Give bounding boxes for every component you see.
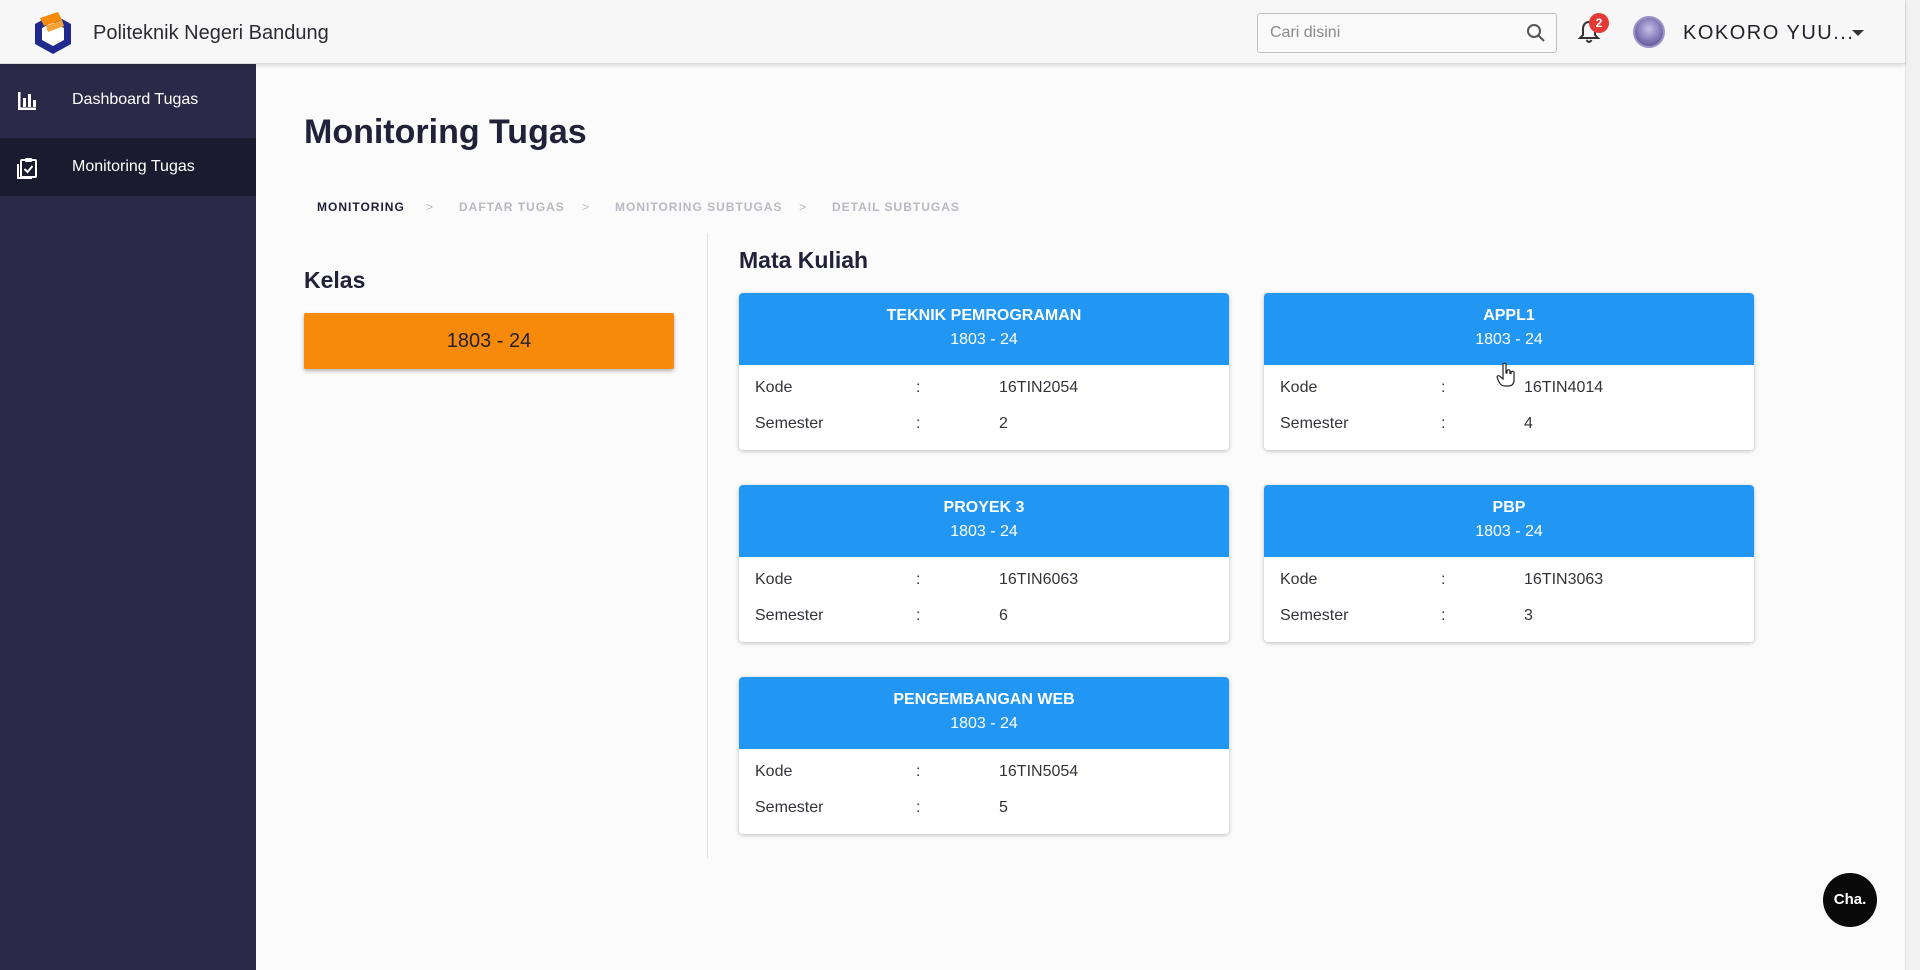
card-header: TEKNIK PEMROGRAMAN 1803 - 24 [739, 293, 1229, 365]
hand-cursor-icon [1496, 362, 1515, 387]
colon: : [916, 799, 921, 816]
kode-value: 16TIN4014 [1524, 379, 1604, 396]
clipboard-check-icon [17, 158, 37, 179]
sidebar-item-monitoring-tugas[interactable]: Monitoring Tugas [0, 138, 256, 196]
colon: : [1441, 415, 1446, 432]
breadcrumb-monitoring-subtugas[interactable]: MONITORING SUBTUGAS [615, 200, 782, 214]
section-divider [707, 233, 708, 858]
semester-label: Semester [755, 607, 824, 624]
kode-value: 16TIN6063 [999, 571, 1079, 588]
card-header: PBP 1803 - 24 [1264, 485, 1754, 557]
search-box[interactable] [1257, 13, 1557, 53]
colon: : [916, 415, 921, 432]
course-card-pengembangan-web[interactable]: PENGEMBANGAN WEB 1803 - 24 Kode : 16TIN5… [739, 677, 1229, 834]
avatar[interactable] [1633, 16, 1665, 48]
semester-value: 4 [1524, 415, 1533, 432]
sidebar-item-dashboard-tugas[interactable]: Dashboard Tugas [0, 71, 256, 129]
breadcrumb-separator: > [426, 200, 435, 214]
course-kelas: 1803 - 24 [950, 715, 1018, 732]
mata-kuliah-heading: Mata Kuliah [739, 247, 869, 273]
kode-value: 16TIN3063 [1524, 571, 1604, 588]
sidebar-item-label: Monitoring Tugas [72, 158, 195, 175]
semester-value: 5 [999, 799, 1008, 816]
colon: : [916, 607, 921, 624]
semester-value: 6 [999, 607, 1008, 624]
kelas-heading: Kelas [304, 267, 366, 293]
colon: : [916, 379, 921, 396]
kelas-button[interactable]: 1803 - 24 [304, 313, 674, 369]
chevron-down-icon[interactable] [1852, 30, 1864, 36]
semester-label: Semester [1280, 607, 1349, 624]
polban-logo-icon[interactable] [32, 12, 74, 56]
course-name: TEKNIK PEMROGRAMAN [886, 307, 1082, 324]
semester-label: Semester [1280, 415, 1349, 432]
kode-label: Kode [755, 571, 793, 588]
top-bar: Politeknik Negeri Bandung 2 KOKORO YUU..… [0, 0, 1905, 64]
user-name[interactable]: KOKORO YUU... [1683, 22, 1854, 45]
course-kelas: 1803 - 24 [950, 331, 1018, 348]
semester-value: 3 [1524, 607, 1533, 624]
colon: : [916, 763, 921, 780]
bar-chart-icon [18, 92, 36, 110]
sidebar: Dashboard Tugas Monitoring Tugas [0, 64, 256, 970]
card-header: APPL1 1803 - 24 [1264, 293, 1754, 365]
semester-label: Semester [755, 799, 824, 816]
page-scrollbar[interactable] [1905, 0, 1920, 970]
page-title: Monitoring Tugas [304, 113, 587, 151]
colon: : [1441, 379, 1446, 396]
kode-value: 16TIN5054 [999, 763, 1079, 780]
kode-label: Kode [1280, 379, 1318, 396]
search-icon[interactable] [1526, 23, 1546, 43]
course-kelas: 1803 - 24 [1475, 523, 1543, 540]
breadcrumb-monitoring[interactable]: MONITORING [317, 200, 405, 214]
colon: : [916, 571, 921, 588]
course-name: PROYEK 3 [943, 499, 1025, 516]
kode-label: Kode [755, 763, 793, 780]
course-card-teknik-pemrograman[interactable]: TEKNIK PEMROGRAMAN 1803 - 24 Kode : 16TI… [739, 293, 1229, 450]
card-header: PROYEK 3 1803 - 24 [739, 485, 1229, 557]
course-name: APPL1 [1483, 307, 1535, 324]
semester-value: 2 [999, 415, 1008, 432]
kode-label: Kode [1280, 571, 1318, 588]
sidebar-item-label: Dashboard Tugas [72, 91, 199, 108]
breadcrumb-separator: > [582, 200, 591, 214]
kode-label: Kode [755, 379, 793, 396]
course-kelas: 1803 - 24 [1475, 331, 1543, 348]
colon: : [1441, 571, 1446, 588]
brand-name[interactable]: Politeknik Negeri Bandung [93, 22, 329, 45]
course-name: PBP [1492, 499, 1526, 516]
search-input[interactable] [1258, 14, 1508, 52]
course-card-proyek-3[interactable]: PROYEK 3 1803 - 24 Kode : 16TIN6063 Seme… [739, 485, 1229, 642]
breadcrumb-separator: > [799, 200, 808, 214]
semester-label: Semester [755, 415, 824, 432]
breadcrumb-daftar-tugas[interactable]: DAFTAR TUGAS [459, 200, 565, 214]
course-card-pbp[interactable]: PBP 1803 - 24 Kode : 16TIN3063 Semester … [1264, 485, 1754, 642]
course-name: PENGEMBANGAN WEB [893, 691, 1075, 708]
breadcrumb-detail-subtugas[interactable]: DETAIL SUBTUGAS [832, 200, 960, 214]
kode-value: 16TIN2054 [999, 379, 1079, 396]
course-kelas: 1803 - 24 [950, 523, 1018, 540]
card-header: PENGEMBANGAN WEB 1803 - 24 [739, 677, 1229, 749]
chat-button[interactable]: Cha. [1823, 873, 1877, 927]
colon: : [1441, 607, 1446, 624]
notification-badge: 2 [1589, 13, 1609, 33]
